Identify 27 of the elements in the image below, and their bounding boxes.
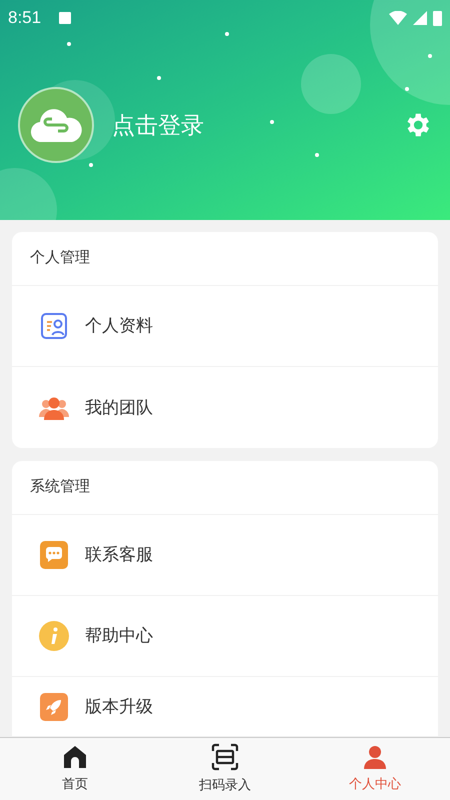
section-title: 系统管理 <box>30 477 90 498</box>
scan-icon <box>211 743 239 772</box>
signal-icon <box>413 10 427 24</box>
cloud-logo-icon <box>30 108 82 142</box>
menu-item[interactable]: 联系客服 <box>12 515 438 596</box>
home-icon <box>62 744 88 770</box>
battery-icon <box>433 10 442 26</box>
keyboard-status-icon <box>59 12 72 24</box>
status-time: 8:51 <box>8 6 42 29</box>
group-icon <box>39 394 69 420</box>
menu-item[interactable]: 帮助中心 <box>12 596 438 677</box>
tab-label: 个人中心 <box>349 775 401 794</box>
menu-item[interactable]: 我的团队 <box>12 367 438 448</box>
info-icon <box>39 621 69 651</box>
menu-item[interactable]: 版本升级 <box>12 677 438 736</box>
tab-label: 扫码录入 <box>199 776 251 794</box>
tab[interactable]: 首页 <box>0 738 150 800</box>
tab[interactable]: 个人中心 <box>300 738 450 800</box>
wifi-icon <box>389 10 407 24</box>
person-icon <box>362 744 388 770</box>
tab-label: 首页 <box>62 775 88 794</box>
section-title: 个人管理 <box>30 248 90 268</box>
tab[interactable]: 扫码录入 <box>150 738 300 800</box>
menu-item[interactable]: 个人资料 <box>12 286 438 367</box>
rocket-icon <box>40 692 68 720</box>
chat-icon <box>40 541 68 569</box>
profile-card-icon <box>40 312 68 340</box>
